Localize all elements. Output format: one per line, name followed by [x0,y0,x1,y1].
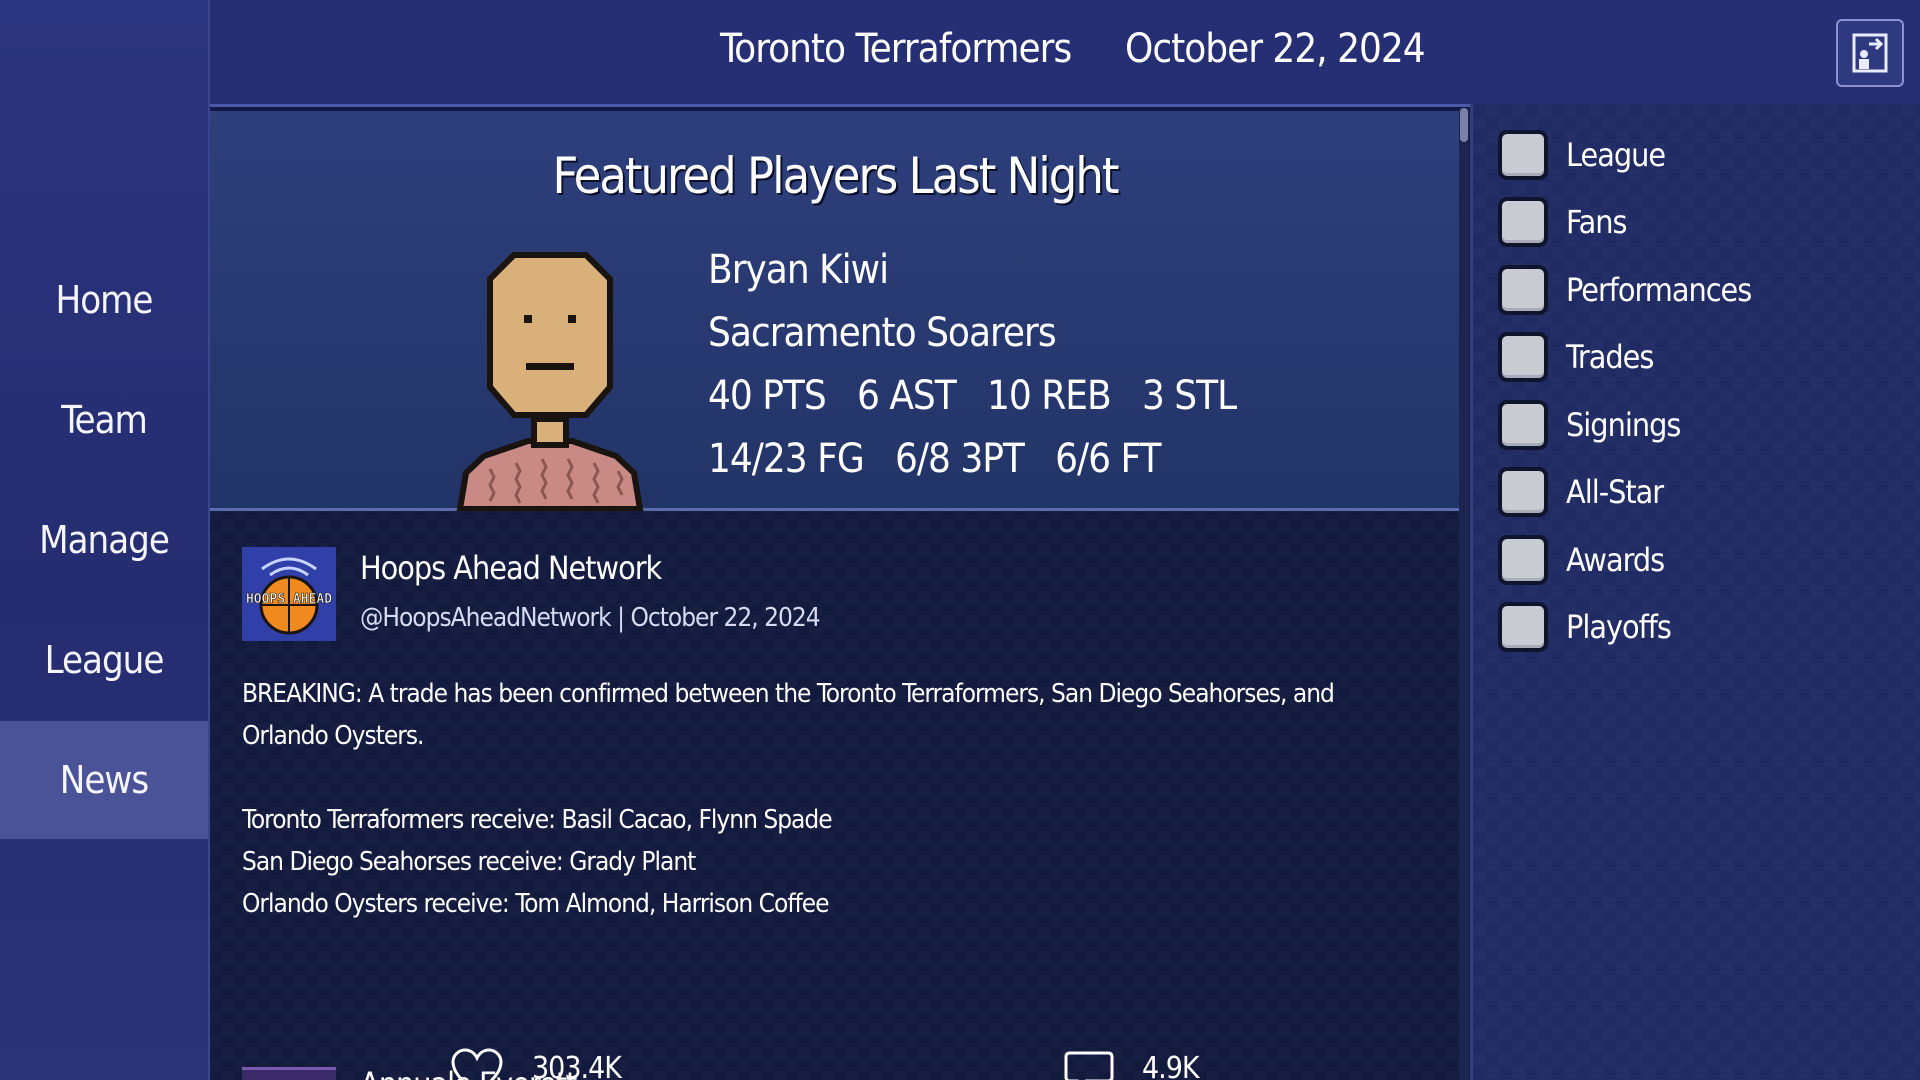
exit-door-icon [1852,33,1888,73]
feed-scrollbar[interactable] [1459,108,1469,1080]
filter-signings[interactable]: Signings [1498,400,1681,450]
player-stats-line-1: 40 PTS 6 AST 10 REB 3 STL [708,373,1237,419]
filter-checkbox[interactable] [1498,130,1548,180]
filter-label: League [1566,136,1666,174]
filter-label: Awards [1566,541,1665,579]
filter-checkbox[interactable] [1498,602,1548,652]
news-filters: League Fans Performances Trades Signings… [1470,104,1920,1080]
sidebar-item-manage[interactable]: Manage [0,481,208,599]
filter-label: Signings [1566,406,1681,444]
filter-label: Trades [1566,338,1654,376]
filter-label: Performances [1566,271,1752,309]
player-stats-line-2: 14/23 FG 6/8 3PT 6/6 FT [708,436,1161,482]
filter-trades[interactable]: Trades [1498,332,1654,382]
sidebar-item-news[interactable]: News [0,721,208,839]
filter-label: Playoffs [1566,608,1672,646]
post-body-line: BREAKING: A trade has been confirmed bet… [242,679,1335,709]
speech-bubble-icon[interactable] [1062,1049,1116,1080]
filter-checkbox[interactable] [1498,400,1548,450]
filter-checkbox[interactable] [1498,197,1548,247]
comment-count: 4.9K [1142,1051,1200,1080]
filter-awards[interactable]: Awards [1498,535,1665,585]
filter-checkbox[interactable] [1498,467,1548,517]
post-body: BREAKING: A trade has been confirmed bet… [242,673,1362,925]
filter-checkbox[interactable] [1498,265,1548,315]
sidebar-item-league[interactable]: League [0,601,208,719]
filter-playoffs[interactable]: Playoffs [1498,602,1672,652]
scrollbar-thumb[interactable] [1460,108,1468,142]
team-name: Toronto Terraformers [720,26,1072,72]
hoops-ahead-avatar: HOOPS AHEAD [242,547,336,641]
filter-performances[interactable]: Performances [1498,265,1752,315]
player-name: Bryan Kiwi [708,247,889,293]
filter-label: All-Star [1566,473,1664,511]
filter-checkbox[interactable] [1498,332,1548,382]
player-team: Sacramento Soarers [708,310,1057,356]
sidebar: Home Team Manage League News [0,0,210,1080]
post-body-line: Toronto Terraformers receive: Basil Caca… [242,805,833,835]
filter-league[interactable]: League [1498,130,1666,180]
top-bar: Toronto Terraformers October 22, 2024 [210,0,1920,107]
post-meta: @HoopsAheadNetwork | October 22, 2024 [360,603,821,633]
exit-button[interactable] [1836,19,1904,87]
sidebar-item-home[interactable]: Home [0,241,208,359]
post-body-line: Orlando Oysters. [242,721,425,751]
news-feed[interactable]: Featured Players Last Night Bryan Kiwi S… [210,111,1460,1080]
filter-all-star[interactable]: All-Star [1498,467,1664,517]
featured-title: Featured Players Last Night [552,147,1120,205]
filter-checkbox[interactable] [1498,535,1548,585]
featured-players-panel: Featured Players Last Night Bryan Kiwi S… [210,111,1460,511]
sidebar-item-team[interactable]: Team [0,361,208,479]
post-author[interactable]: Hoops Ahead Network [360,549,662,587]
post-body-line: San Diego Seahorses receive: Grady Plant [242,847,696,877]
post-body-line: Orlando Oysters receive: Tom Almond, Har… [242,889,830,919]
next-post-avatar [242,1067,336,1080]
filter-fans[interactable]: Fans [1498,197,1628,247]
current-date: October 22, 2024 [1125,26,1426,72]
player-portrait [456,252,644,511]
svg-text:HOOPS AHEAD: HOOPS AHEAD [246,592,332,607]
next-post-author[interactable]: Annuale Everett [360,1065,577,1080]
filter-label: Fans [1566,203,1628,241]
